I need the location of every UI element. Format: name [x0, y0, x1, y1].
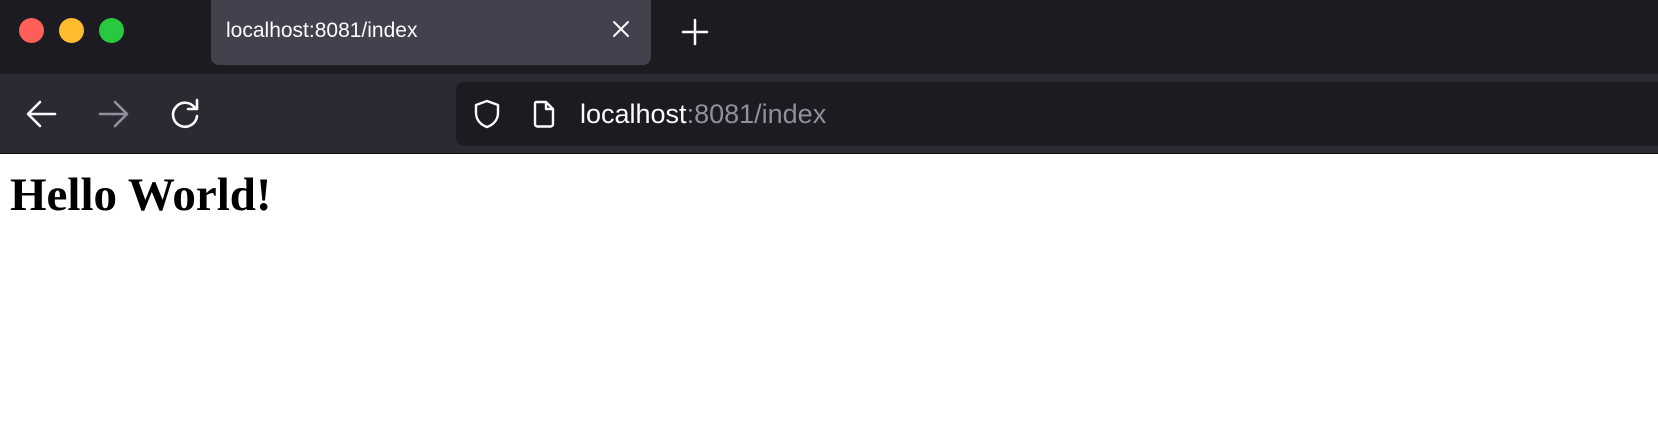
page-viewport: Hello World! [0, 155, 1658, 422]
url-host: localhost [580, 99, 687, 129]
navigation-toolbar: localhost:8081/index [0, 74, 1658, 154]
tab-title: localhost:8081/index [226, 19, 418, 42]
window-minimize-button[interactable] [59, 18, 84, 43]
arrow-left-icon[interactable] [25, 97, 59, 131]
url-text[interactable]: localhost:8081/index [580, 98, 826, 130]
shield-icon[interactable] [471, 98, 503, 130]
url-path: :8081/index [686, 99, 827, 129]
url-bar[interactable]: localhost:8081/index [456, 82, 1658, 146]
page-heading: Hello World! [10, 169, 272, 221]
reload-icon[interactable] [168, 97, 202, 131]
arrow-right-icon[interactable] [96, 97, 130, 131]
window-maximize-button[interactable] [99, 18, 124, 43]
tab-active[interactable]: localhost:8081/index [211, 0, 651, 65]
plus-icon[interactable] [680, 17, 710, 47]
close-icon[interactable] [608, 16, 634, 42]
browser-window: localhost:8081/index localhost:8081/inde… [0, 0, 1658, 422]
window-close-button[interactable] [19, 18, 44, 43]
tab-strip: localhost:8081/index [0, 0, 1658, 74]
page-icon[interactable] [528, 98, 560, 130]
